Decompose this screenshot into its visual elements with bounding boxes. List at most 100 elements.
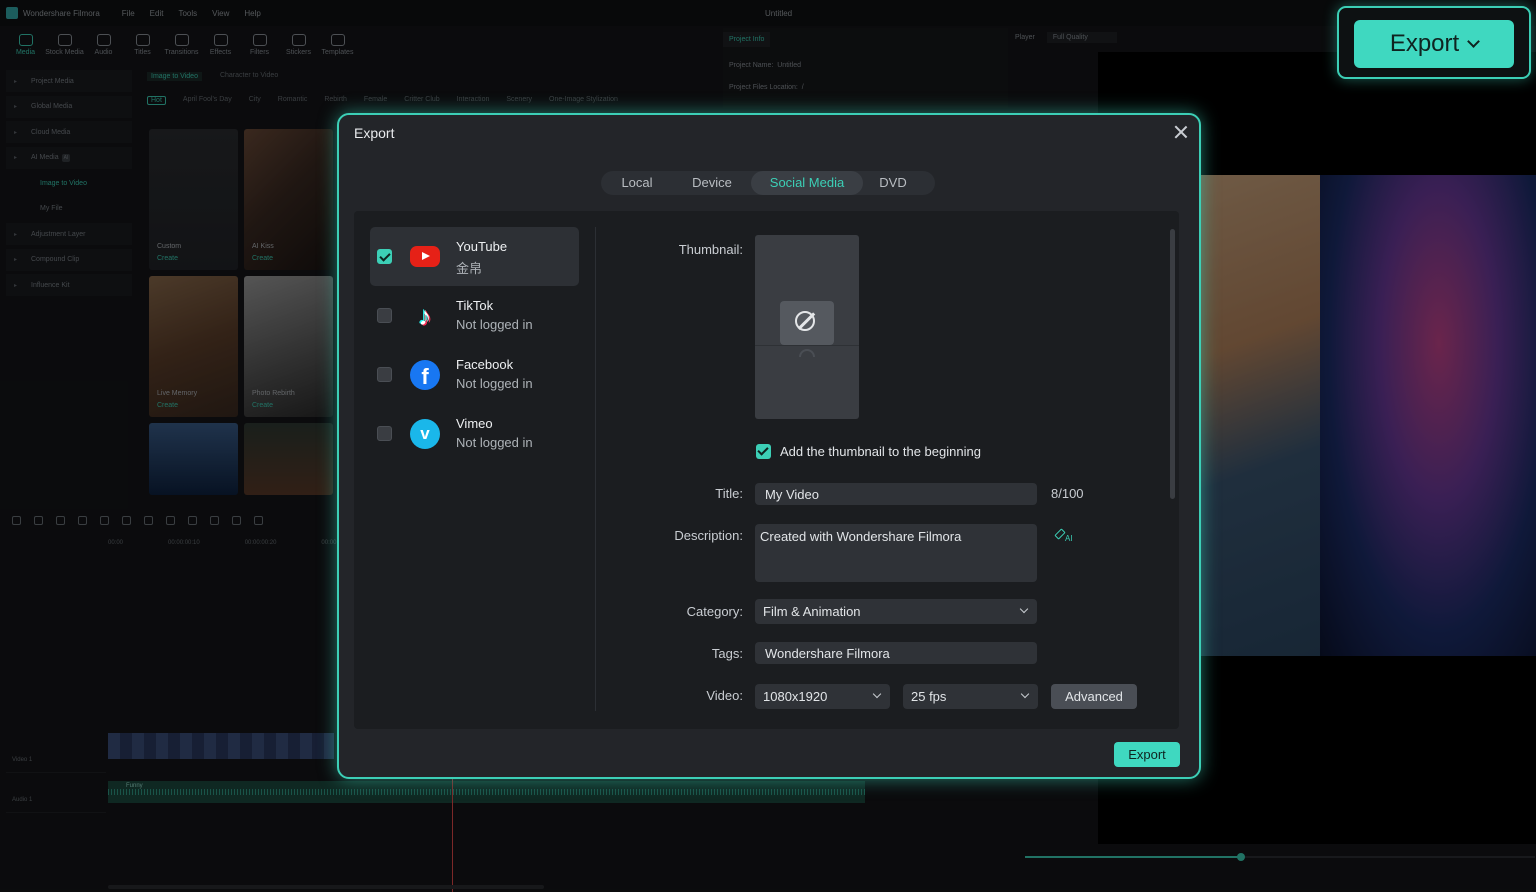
platform-youtube[interactable]: YouTube 金帛	[370, 227, 579, 286]
category-select[interactable]: Film & Animation	[755, 599, 1037, 624]
menu-tools[interactable]: Tools	[178, 9, 197, 18]
redo-icon[interactable]	[78, 515, 87, 525]
platform-tiktok[interactable]: ♪ TikTok Not logged in	[370, 286, 579, 345]
select-icon[interactable]	[34, 515, 43, 525]
menu-file[interactable]: File	[122, 9, 135, 18]
thumb-create-link[interactable]: Create	[252, 402, 273, 409]
tool-templates[interactable]: Templates	[318, 34, 357, 56]
tag-chip[interactable]: Critter Club	[404, 96, 439, 105]
tag-chip[interactable]: One-Image Stylization	[549, 96, 618, 105]
audio-clip[interactable]: Funny	[108, 781, 865, 803]
template-thumb-ai-kiss[interactable]: AI Kiss Create	[244, 129, 333, 270]
nav-compound-clip[interactable]: Compound Clip	[6, 248, 132, 271]
category-label: Category:	[686, 604, 743, 619]
nav-adjustment-layer[interactable]: Adjustment Layer	[6, 223, 132, 245]
vimeo-checkbox[interactable]	[377, 426, 392, 441]
tool-effects[interactable]: Effects	[201, 34, 240, 56]
quality-select[interactable]: Full Quality	[1046, 32, 1117, 43]
delete-icon[interactable]	[100, 515, 109, 525]
preview-image-right	[1320, 175, 1536, 656]
timeline-ruler: 00:00 00:00:00:10 00:00:00:20 00:00	[108, 540, 336, 546]
tag-chip[interactable]: Rebirth	[324, 96, 347, 105]
template-thumb-live-memory[interactable]: Live Memory Create	[149, 276, 238, 417]
thumbnail-preview[interactable]	[755, 235, 859, 419]
template-thumb-photo-rebirth[interactable]: Photo Rebirth Create	[244, 276, 333, 417]
youtube-checkbox[interactable]	[377, 249, 392, 264]
thumb-create-link[interactable]: Create	[157, 402, 178, 409]
tool-transitions[interactable]: Transitions	[162, 34, 201, 56]
tool-media[interactable]: Media	[6, 34, 45, 56]
nav-image-to-video[interactable]: Image to Video	[6, 172, 132, 194]
layout-icon[interactable]	[12, 515, 21, 525]
template-thumb-custom[interactable]: Custom Create	[149, 129, 238, 270]
playhead[interactable]	[452, 778, 453, 892]
tags-input[interactable]: Wondershare Filmora	[755, 642, 1037, 664]
audio-icon[interactable]	[144, 515, 153, 525]
mask-icon[interactable]	[232, 515, 241, 525]
media-tabs: Image to Video Character to Video	[147, 72, 278, 81]
template-thumb-iceberg[interactable]	[149, 423, 238, 495]
text-icon[interactable]	[166, 515, 175, 525]
tag-chip[interactable]: Interaction	[457, 96, 490, 105]
nav-influence-kit[interactable]: Influence Kit	[6, 274, 132, 296]
tag-chip[interactable]: City	[249, 96, 261, 105]
playback-scrubber[interactable]	[1025, 853, 1535, 861]
undo-icon[interactable]	[56, 515, 65, 525]
tag-chip[interactable]: Romantic	[278, 96, 308, 105]
title-input[interactable]: My Video	[755, 483, 1037, 505]
tab-dvd[interactable]: DVD	[863, 171, 923, 195]
tag-chip[interactable]: April Fool's Day	[183, 96, 232, 105]
panel-scrollbar[interactable]	[1170, 229, 1175, 499]
platform-facebook[interactable]: f Facebook Not logged in	[370, 345, 579, 404]
project-info-header[interactable]: Project Info	[723, 32, 771, 47]
tab-image-to-video[interactable]: Image to Video	[147, 72, 202, 81]
timeline-toolbar	[6, 510, 336, 530]
dialog-export-button[interactable]: Export	[1114, 742, 1180, 767]
fps-select[interactable]: 25 fps	[903, 684, 1038, 709]
facebook-checkbox[interactable]	[377, 367, 392, 382]
close-icon[interactable]	[1173, 124, 1189, 140]
tag-chip[interactable]: Female	[364, 96, 387, 105]
project-files-label: Project Files Location:	[729, 84, 798, 91]
tool-stickers[interactable]: Stickers	[279, 34, 318, 56]
menu-help[interactable]: Help	[244, 9, 260, 18]
thumb-create-link[interactable]: Create	[252, 255, 273, 262]
thumb-create-link[interactable]: Create	[157, 255, 178, 262]
timeline-scrollbar[interactable]	[108, 885, 544, 889]
nav-cloud-media[interactable]: Cloud Media	[6, 121, 132, 143]
platform-vimeo[interactable]: v Vimeo Not logged in	[370, 404, 579, 463]
menu-view[interactable]: View	[212, 9, 229, 18]
resolution-select[interactable]: 1080x1920	[755, 684, 890, 709]
video-clip[interactable]	[108, 733, 334, 759]
tab-social-media[interactable]: Social Media	[751, 171, 863, 195]
tool-filters[interactable]: Filters	[240, 34, 279, 56]
advanced-button[interactable]: Advanced	[1051, 684, 1137, 709]
cut-icon[interactable]	[122, 515, 131, 525]
nav-global-media[interactable]: Global Media	[6, 95, 132, 118]
ai-write-icon[interactable]: AI	[1053, 528, 1077, 545]
thumb-caption: AI Kiss	[252, 243, 274, 250]
tool-label: Media	[15, 49, 36, 56]
ai-tools-icon[interactable]	[254, 515, 263, 525]
tool-audio[interactable]: Audio	[84, 34, 123, 56]
export-button[interactable]: Export	[1354, 20, 1514, 68]
nav-ai-media[interactable]: AI MediaAI	[6, 146, 132, 169]
speed-icon[interactable]	[210, 515, 219, 525]
description-textarea[interactable]: Created with Wondershare Filmora	[755, 524, 1037, 582]
tool-titles[interactable]: Titles	[123, 34, 162, 56]
add-thumbnail-checkbox[interactable]	[756, 444, 771, 459]
nav-my-file[interactable]: My File	[6, 198, 132, 220]
chevron-down-icon	[872, 689, 882, 699]
tiktok-checkbox[interactable]	[377, 308, 392, 323]
menu-edit[interactable]: Edit	[150, 9, 164, 18]
tag-chip[interactable]: Hot	[147, 96, 166, 105]
tab-local[interactable]: Local	[601, 171, 673, 195]
scrubber-handle[interactable]	[1237, 853, 1245, 861]
template-thumb-mushroom[interactable]	[244, 423, 333, 495]
tab-character-to-video[interactable]: Character to Video	[220, 72, 278, 81]
tag-chip[interactable]: Scenery	[506, 96, 532, 105]
nav-project-media[interactable]: Project Media	[6, 70, 132, 92]
crop-icon[interactable]	[188, 515, 197, 525]
tab-device[interactable]: Device	[673, 171, 751, 195]
tool-stock-media[interactable]: Stock Media	[45, 34, 84, 56]
